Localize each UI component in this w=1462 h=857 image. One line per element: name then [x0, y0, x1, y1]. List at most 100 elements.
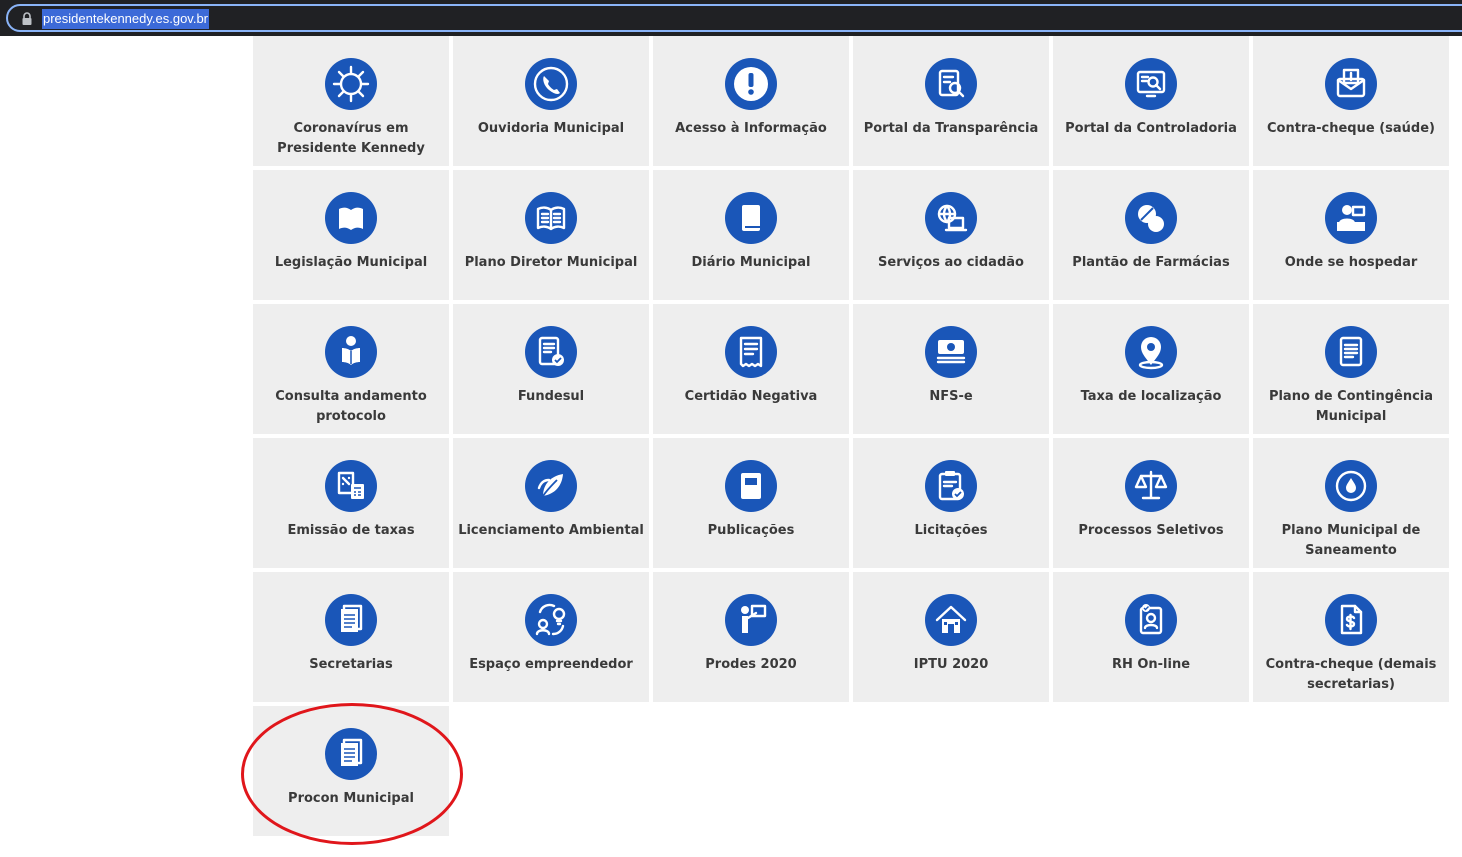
- service-tile-processos-seletivos[interactable]: Processos Seletivos: [1053, 438, 1249, 568]
- entrepreneur-icon: [525, 594, 577, 646]
- label-line: Legislação Municipal: [274, 255, 428, 270]
- service-tile-label: Consulta andamento protocolo: [253, 387, 449, 427]
- service-tile-iptu-2020[interactable]: IPTU 2020: [853, 572, 1049, 702]
- exclamation-icon: [725, 58, 777, 110]
- address-bar[interactable]: presidentekennedy.es.gov.br: [6, 4, 1462, 32]
- service-tile-publicacoes[interactable]: Publicações: [653, 438, 849, 568]
- lock-icon: [22, 12, 32, 25]
- service-tile-licenciamento-ambiental[interactable]: Licenciamento Ambiental: [453, 438, 649, 568]
- document-search-icon: [925, 58, 977, 110]
- service-tile-servicos-ao-cidadao[interactable]: Serviços ao cidadão: [853, 170, 1049, 300]
- label-line: Emissão de taxas: [287, 523, 415, 538]
- label-line: Contra-cheque (demais: [1265, 657, 1437, 672]
- label-line: Taxa de localização: [1080, 389, 1222, 404]
- label-line: Fundesul: [517, 389, 585, 404]
- document-lines-icon: [1325, 326, 1377, 378]
- presenter-icon: [725, 594, 777, 646]
- person-reading-icon: [325, 326, 377, 378]
- water-cycle-icon: [1325, 460, 1377, 512]
- label-line: Plano Municipal de: [1281, 523, 1421, 538]
- stacked-documents-icon: [325, 728, 377, 780]
- service-tile-label: Plantão de Farmácias: [1053, 253, 1249, 273]
- service-tile-rh-on-line[interactable]: RH On-line: [1053, 572, 1249, 702]
- label-line: Portal da Controladoria: [1065, 121, 1237, 136]
- label-line: Contra-cheque (saúde): [1267, 121, 1435, 136]
- label-line: Licitações: [914, 523, 988, 538]
- url-text[interactable]: presidentekennedy.es.gov.br: [42, 9, 210, 29]
- service-tile-contra-cheque-saude[interactable]: Contra-cheque (saúde): [1253, 36, 1449, 166]
- label-line: Serviços ao cidadão: [878, 255, 1024, 270]
- service-tile-label: RH On-line: [1053, 655, 1249, 675]
- service-tile-label: Acesso à Informação: [653, 119, 849, 139]
- label-line: Espaço empreendedor: [469, 657, 633, 672]
- service-tile-plantao-de-farmacias[interactable]: Plantão de Farmácias: [1053, 170, 1249, 300]
- service-tile-label: Plano Diretor Municipal: [453, 253, 649, 273]
- service-tile-espaco-empreendedor[interactable]: Espaço empreendedor: [453, 572, 649, 702]
- service-tile-portal-da-controladoria[interactable]: Portal da Controladoria: [1053, 36, 1249, 166]
- label-line: Onde se hospedar: [1284, 255, 1418, 270]
- service-tile-legislacao-municipal[interactable]: Legislação Municipal: [253, 170, 449, 300]
- monitor-search-icon: [1125, 58, 1177, 110]
- service-tile-label: Fundesul: [453, 387, 649, 407]
- label-line: Consulta andamento: [275, 389, 427, 404]
- service-tile-label: Certidão Negativa: [653, 387, 849, 407]
- label-line: RH On-line: [1111, 657, 1191, 672]
- document-dollar-icon: [1325, 594, 1377, 646]
- book-icon: [725, 460, 777, 512]
- label-line: Plantão de Farmácias: [1072, 255, 1230, 270]
- service-tile-diario-municipal[interactable]: Diário Municipal: [653, 170, 849, 300]
- virus-icon: [325, 58, 377, 110]
- service-tile-label: Plano Municipal de Saneamento: [1253, 521, 1449, 561]
- service-tile-consulta-andamento-protocolo[interactable]: Consulta andamento protocolo: [253, 304, 449, 434]
- label-line: Processos Seletivos: [1078, 523, 1224, 538]
- service-tile-plano-diretor-municipal[interactable]: Plano Diretor Municipal: [453, 170, 649, 300]
- service-tile-label: Prodes 2020: [653, 655, 849, 675]
- service-tile-procon-municipal[interactable]: Procon Municipal: [253, 706, 449, 836]
- service-tile-label: Legislação Municipal: [253, 253, 449, 273]
- service-tile-label: Contra-cheque (saúde): [1253, 119, 1449, 139]
- label-line: Plano de Contingência: [1268, 389, 1434, 404]
- service-tile-taxa-de-localizacao[interactable]: Taxa de localização: [1053, 304, 1249, 434]
- map-pin-icon: [1125, 326, 1177, 378]
- label-line: Ouvidoria Municipal: [477, 121, 625, 136]
- label-line: IPTU 2020: [913, 657, 989, 672]
- service-tile-ouvidoria-municipal[interactable]: Ouvidoria Municipal: [453, 36, 649, 166]
- service-tile-contra-cheque-demais-secretarias[interactable]: Contra-cheque (demais secretarias): [1253, 572, 1449, 702]
- label-line: Secretarias: [309, 657, 393, 672]
- service-tile-certidao-negativa[interactable]: Certidão Negativa: [653, 304, 849, 434]
- clipboard-check-icon: [925, 460, 977, 512]
- service-tile-fundesul[interactable]: Fundesul: [453, 304, 649, 434]
- label-line: Licenciamento Ambiental: [458, 523, 644, 538]
- label-line: Diário Municipal: [691, 255, 811, 270]
- service-tile-secretarias[interactable]: Secretarias: [253, 572, 449, 702]
- calculator-percent-icon: [325, 460, 377, 512]
- service-tile-nfs-e[interactable]: NFS-e: [853, 304, 1049, 434]
- service-tile-label: IPTU 2020: [853, 655, 1049, 675]
- service-tile-label: Diário Municipal: [653, 253, 849, 273]
- service-tile-emissao-de-taxas[interactable]: Emissão de taxas: [253, 438, 449, 568]
- service-tile-licitacoes[interactable]: Licitações: [853, 438, 1049, 568]
- receipt-icon: [725, 326, 777, 378]
- service-tile-label: Plano de Contingência Municipal: [1253, 387, 1449, 427]
- service-tile-coronavirus-em-presidente-kennedy[interactable]: Coronavírus em Presidente Kennedy: [253, 36, 449, 166]
- service-tile-onde-se-hospedar[interactable]: Onde se hospedar: [1253, 170, 1449, 300]
- service-tile-prodes-2020[interactable]: Prodes 2020: [653, 572, 849, 702]
- service-tile-acesso-a-informacao[interactable]: Acesso à Informação: [653, 36, 849, 166]
- id-badge-icon: [1125, 594, 1177, 646]
- globe-laptop-icon: [925, 192, 977, 244]
- service-tile-plano-municipal-de-saneamento[interactable]: Plano Municipal de Saneamento: [1253, 438, 1449, 568]
- service-tile-label: Contra-cheque (demais secretarias): [1253, 655, 1449, 695]
- label-line: Procon Municipal: [288, 791, 414, 806]
- label-line: Acesso à Informação: [675, 121, 827, 136]
- document-check-icon: [525, 326, 577, 378]
- label-line: Municipal: [1315, 409, 1387, 424]
- service-tile-portal-da-transparencia[interactable]: Portal da Transparência: [853, 36, 1049, 166]
- label-line: NFS-e: [929, 389, 973, 404]
- service-tile-label: Portal da Transparência: [853, 119, 1049, 139]
- scales-icon: [1125, 460, 1177, 512]
- label-line: Plano Diretor Municipal: [464, 255, 638, 270]
- label-line: secretarias): [1307, 677, 1395, 692]
- label-line: Publicações: [707, 523, 795, 538]
- service-tile-label: Processos Seletivos: [1053, 521, 1249, 541]
- service-tile-plano-de-contingencia-municipal[interactable]: Plano de Contingência Municipal: [1253, 304, 1449, 434]
